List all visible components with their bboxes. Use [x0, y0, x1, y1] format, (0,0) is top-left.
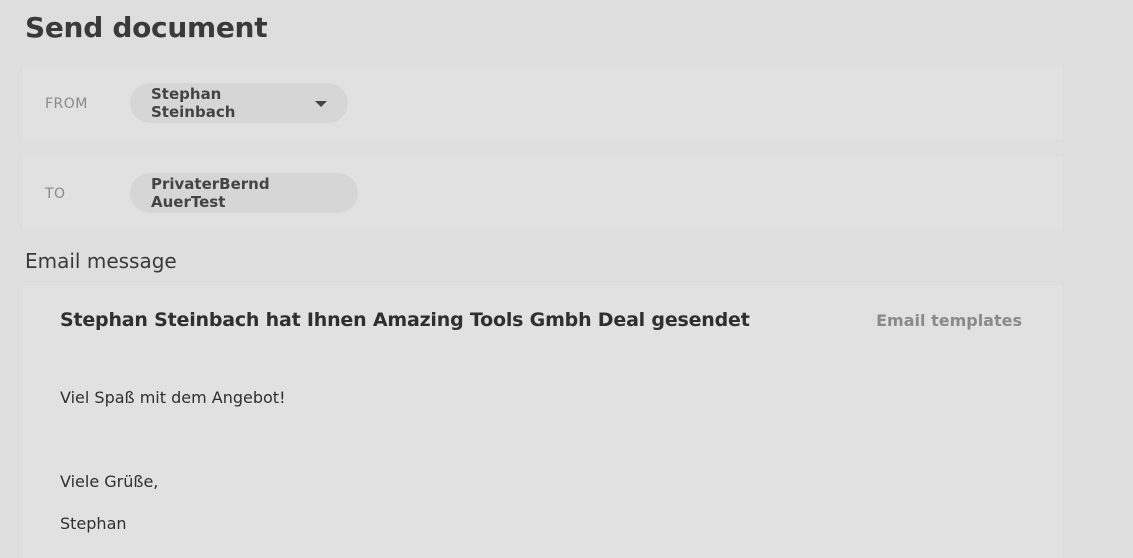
to-label: TO: [45, 186, 66, 202]
sender-dropdown[interactable]: Stephan Steinbach: [130, 83, 348, 123]
from-label: FROM: [45, 96, 88, 112]
send-document-page: Send document FROM Stephan Steinbach TO …: [0, 0, 1133, 558]
email-body-line: Viel Spaß mit dem Angebot!: [60, 388, 286, 407]
email-body-line: Stephan: [60, 514, 127, 533]
email-body-spacer: [60, 429, 285, 450]
email-body-line: Viele Grüße,: [60, 472, 159, 491]
recipient-chip[interactable]: PrivaterBernd AuerTest: [130, 173, 358, 213]
email-body[interactable]: Viel Spaß mit dem Angebot! Viele Grüße, …: [60, 366, 285, 555]
email-templates-link[interactable]: Email templates: [876, 311, 1022, 330]
sender-name: Stephan Steinbach: [151, 85, 236, 121]
from-row: FROM Stephan Steinbach: [24, 68, 1061, 138]
email-subject[interactable]: Stephan Steinbach hat Ihnen Amazing Tool…: [60, 309, 750, 331]
chevron-down-icon: [315, 101, 327, 107]
page-title: Send document: [25, 11, 268, 44]
recipient-name: PrivaterBernd AuerTest: [151, 175, 270, 211]
to-row: TO PrivaterBernd AuerTest: [24, 158, 1061, 228]
email-message-heading: Email message: [25, 249, 177, 273]
email-message-card: Stephan Steinbach hat Ihnen Amazing Tool…: [24, 287, 1061, 558]
